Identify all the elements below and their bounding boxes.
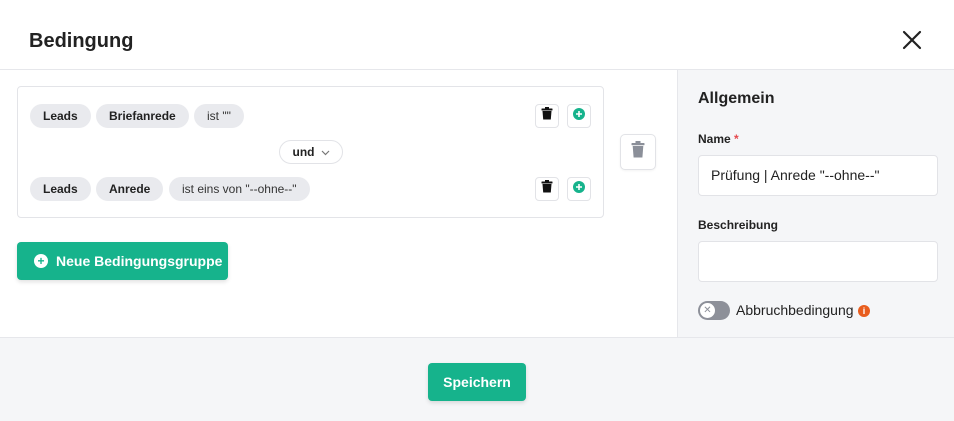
info-icon[interactable]: i <box>858 305 870 317</box>
connector-dropdown[interactable]: und <box>279 140 343 164</box>
add-condition-button[interactable] <box>567 177 591 201</box>
close-icon[interactable] <box>899 27 925 53</box>
add-condition-button[interactable] <box>567 104 591 128</box>
trash-icon <box>541 180 553 198</box>
condition-value-pill[interactable]: ist "" <box>194 104 244 128</box>
condition-value-pill[interactable]: ist eins von "--ohne--" <box>169 177 310 201</box>
condition-editor: Leads Briefanrede ist "" und Leads Anred… <box>0 70 677 337</box>
trash-icon <box>631 141 645 163</box>
plus-circle-icon <box>573 180 585 198</box>
general-panel: Allgemein Name * Prüfung | Anrede "--ohn… <box>677 70 954 337</box>
name-label: Name * <box>698 132 739 146</box>
save-button[interactable]: Speichern <box>428 363 526 401</box>
condition-group: Leads Briefanrede ist "" und Leads Anred… <box>17 86 604 218</box>
name-label-text: Name <box>698 132 731 146</box>
condition-field-pill[interactable]: Briefanrede <box>96 104 189 128</box>
dialog-title: Bedingung <box>29 30 134 52</box>
chevron-down-icon <box>321 145 330 159</box>
condition-entity-pill[interactable]: Leads <box>30 104 91 128</box>
delete-group-button[interactable] <box>620 134 656 170</box>
delete-condition-button[interactable] <box>535 104 559 128</box>
condition-field-pill[interactable]: Anrede <box>96 177 164 201</box>
name-field[interactable]: Prüfung | Anrede "--ohne--" <box>698 155 938 196</box>
panel-heading: Allgemein <box>698 90 775 107</box>
toggle-off-icon: ✕ <box>700 303 715 318</box>
trash-icon <box>541 107 553 125</box>
abort-condition-toggle[interactable]: ✕ <box>698 301 730 320</box>
new-group-label: Neue Bedingungsgruppe <box>56 253 223 269</box>
condition-entity-pill[interactable]: Leads <box>30 177 91 201</box>
plus-circle-icon: + <box>34 254 48 268</box>
description-label: Beschreibung <box>698 218 779 232</box>
connector-label: und <box>292 145 315 159</box>
dialog-header: Bedingung <box>0 0 954 70</box>
abort-condition-label: Abbruchbedingung <box>736 302 854 318</box>
new-condition-group-button[interactable]: + Neue Bedingungsgruppe <box>17 242 228 280</box>
description-field[interactable] <box>698 241 938 282</box>
delete-condition-button[interactable] <box>535 177 559 201</box>
plus-circle-icon <box>573 107 585 125</box>
required-marker: * <box>734 132 739 146</box>
dialog-footer: Speichern <box>0 337 954 421</box>
